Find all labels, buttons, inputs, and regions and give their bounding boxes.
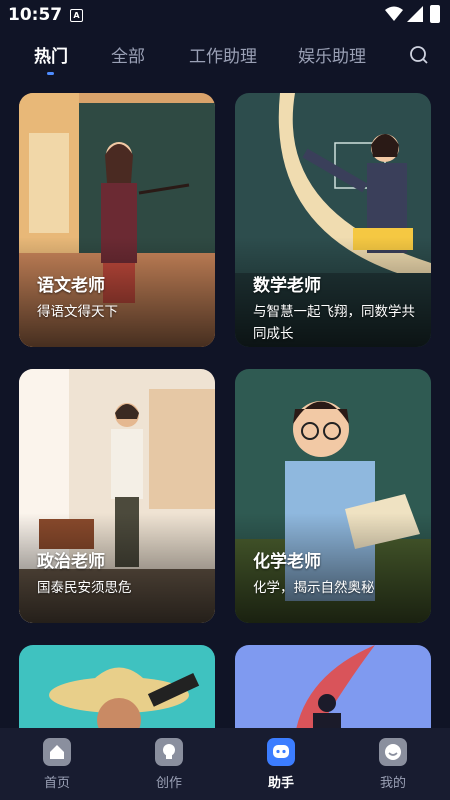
status-time: 10:57	[8, 5, 63, 25]
card-description: 国泰民安须思危	[37, 580, 132, 596]
nav-home[interactable]: 首页	[27, 738, 87, 791]
tab-hot[interactable]: 热门	[34, 42, 68, 67]
assistant-card-explorer[interactable]	[19, 645, 215, 735]
card-description: 得语文得天下	[37, 304, 118, 320]
bottom-nav: 首页 创作 助手 我的	[0, 728, 450, 800]
signal-icon	[407, 6, 423, 22]
home-icon	[43, 738, 71, 766]
nav-create[interactable]: 创作	[139, 738, 199, 791]
assistant-card-chemistry-teacher[interactable]: 化学老师 化学，揭示自然奥秘	[235, 369, 431, 623]
assistant-card-math-teacher[interactable]: 数学老师 与智慧一起飞翔，同数学共同成长	[235, 93, 431, 347]
writer-illustration	[235, 645, 431, 735]
assistant-icon	[267, 738, 295, 766]
nav-create-label: 创作	[155, 776, 182, 791]
nav-profile-label: 我的	[379, 776, 406, 791]
battery-icon	[430, 5, 440, 23]
nav-assistant-label: 助手	[267, 776, 294, 791]
card-title: 语文老师	[37, 276, 105, 296]
card-description: 化学，揭示自然奥秘	[253, 580, 375, 596]
assistant-card-politics-teacher[interactable]: 政治老师 国泰民安须思危	[19, 369, 215, 623]
profile-icon	[379, 738, 407, 766]
nav-assistant[interactable]: 助手	[251, 738, 311, 791]
tab-entertainment-assistant[interactable]: 娱乐助理	[298, 42, 366, 67]
explorer-illustration	[19, 645, 215, 735]
create-icon	[155, 738, 183, 766]
card-title: 化学老师	[253, 552, 321, 572]
card-description: 与智慧一起飞翔，同数学共同成长	[253, 304, 415, 342]
card-title: 政治老师	[37, 552, 105, 572]
category-tabs: 热门 全部 工作助理 娱乐助理	[0, 32, 450, 78]
notification-icon: A	[70, 9, 83, 22]
wifi-icon	[385, 6, 403, 21]
nav-profile[interactable]: 我的	[363, 738, 423, 791]
assistant-card-writer[interactable]	[235, 645, 431, 735]
tab-work-assistant[interactable]: 工作助理	[189, 42, 257, 67]
tab-all[interactable]: 全部	[111, 42, 145, 67]
active-tab-indicator	[47, 72, 54, 75]
nav-home-label: 首页	[43, 776, 70, 791]
search-icon[interactable]	[409, 45, 429, 65]
card-title: 数学老师	[253, 276, 321, 296]
assistant-card-chinese-teacher[interactable]: 语文老师 得语文得天下	[19, 93, 215, 347]
status-bar: 10:57 A	[0, 0, 450, 32]
